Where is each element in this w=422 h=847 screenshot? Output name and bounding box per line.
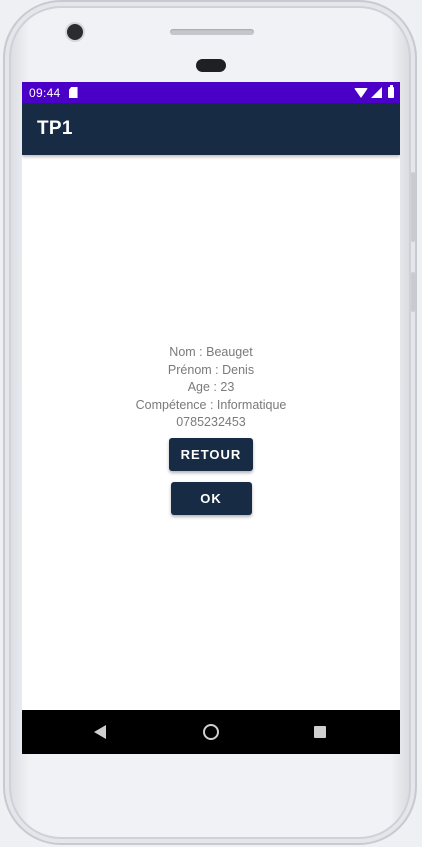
status-time: 09:44 — [29, 85, 61, 100]
status-icons — [354, 85, 394, 98]
sd-card-icon — [68, 87, 78, 98]
age-text: Age : 23 — [187, 380, 235, 394]
competence-text: Compétence : Informatique — [135, 397, 287, 412]
recents-icon[interactable] — [314, 726, 326, 738]
earpiece-speaker — [170, 29, 254, 35]
proximity-sensor — [196, 59, 226, 72]
app-bar: TP1 — [22, 103, 400, 155]
ok-button[interactable]: OK — [170, 481, 252, 515]
signal-icon — [371, 87, 382, 98]
status-bar: 09:44 — [22, 82, 400, 103]
wifi-icon — [354, 87, 368, 98]
volume-button — [411, 172, 415, 242]
nom-text: Nom : Beauget — [169, 345, 253, 359]
app-title: TP1 — [37, 118, 73, 139]
power-button — [411, 272, 415, 312]
phone-number-text: 0785232453 — [176, 415, 246, 429]
device-screen: 09:44 TP1 Nom : Beauget Prénom : Denis A… — [22, 82, 400, 754]
navigation-bar — [22, 710, 400, 754]
prenom-text: Prénom : Denis — [167, 362, 255, 377]
retour-button[interactable]: RETOUR — [169, 437, 253, 471]
back-icon[interactable] — [94, 725, 106, 739]
front-camera — [67, 24, 83, 40]
home-icon[interactable] — [203, 724, 219, 740]
profile-content: Nom : Beauget Prénom : Denis Age : 23 Co… — [22, 344, 400, 515]
battery-icon — [388, 85, 394, 98]
